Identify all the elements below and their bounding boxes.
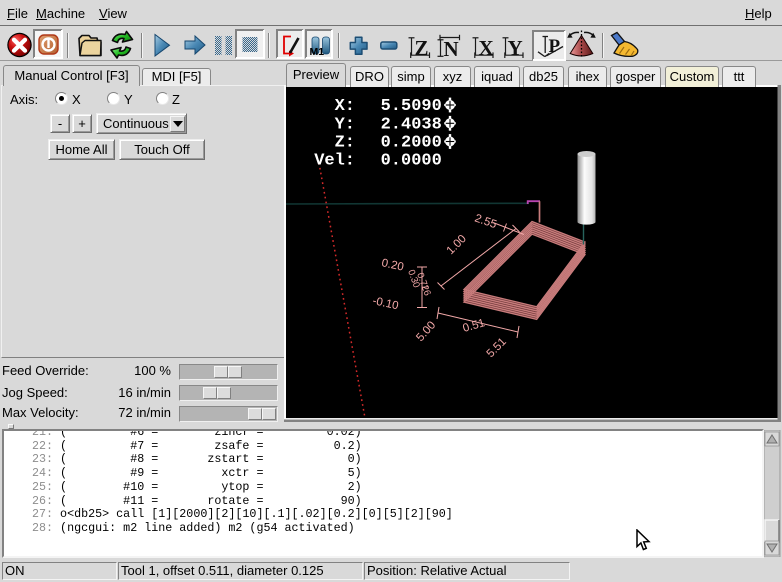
svg-text:Vel:: Vel: <box>314 152 355 171</box>
svg-text:M1: M1 <box>310 46 325 58</box>
svg-text:P: P <box>549 36 561 57</box>
svg-text:Y:: Y: <box>335 115 355 134</box>
svg-text:X:: X: <box>335 97 355 116</box>
svg-text:0.2000: 0.2000 <box>381 134 442 153</box>
svg-text:5.5090: 5.5090 <box>381 97 442 116</box>
svg-text:N: N <box>444 37 459 61</box>
svg-text:Z:: Z: <box>335 134 355 153</box>
svg-text:2.4038: 2.4038 <box>381 115 442 134</box>
svg-text:0.0000: 0.0000 <box>381 152 442 171</box>
svg-text:Z: Z <box>415 36 429 60</box>
svg-text:Y: Y <box>508 36 523 60</box>
svg-text:X: X <box>479 36 494 60</box>
